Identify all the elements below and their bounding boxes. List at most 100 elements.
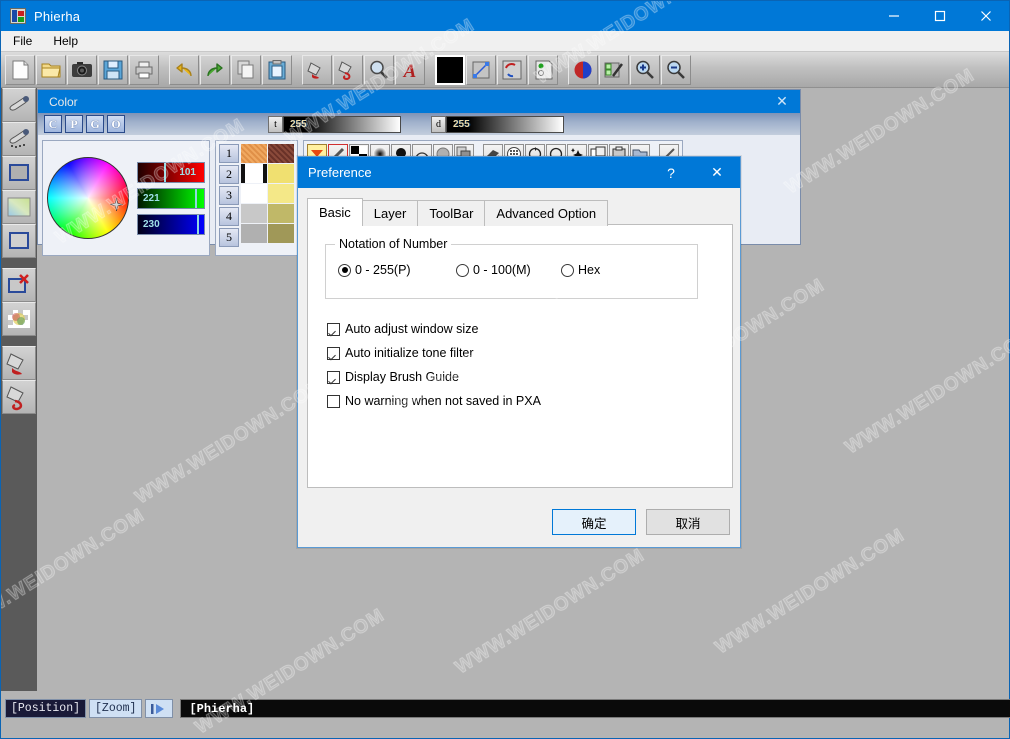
- density-slider[interactable]: d 255: [431, 115, 564, 133]
- undo-arrow-icon[interactable]: [169, 54, 199, 85]
- preference-close-icon[interactable]: ✕: [694, 157, 740, 188]
- red-slider[interactable]: 101: [137, 161, 205, 183]
- checkbox-auto-initialize-tone-filter[interactable]: Auto initialize tone filter: [327, 346, 541, 360]
- notation-radio-group: 0 - 255(P) 0 - 100(M) Hex: [338, 263, 600, 277]
- checkbox-label: Auto adjust window size: [345, 322, 479, 336]
- sidebar-transparency-tool[interactable]: [2, 302, 36, 336]
- checkbox-auto-adjust-window-size[interactable]: Auto adjust window size: [327, 322, 541, 336]
- radio-0-100[interactable]: 0 - 100(M): [456, 263, 561, 277]
- layer-thumbnail[interactable]: [241, 144, 267, 163]
- checkbox-indicator: [327, 322, 340, 336]
- radio-hex[interactable]: Hex: [561, 263, 600, 277]
- title-bar: Phierha: [1, 1, 1009, 31]
- paint-bucket-curve-icon[interactable]: [333, 54, 363, 85]
- pen-edit-icon[interactable]: [599, 54, 629, 85]
- layer-thumbnail[interactable]: [241, 164, 267, 183]
- blue-slider[interactable]: 230: [137, 213, 205, 235]
- color-window-close-icon[interactable]: ✕: [772, 91, 792, 111]
- maximize-button[interactable]: [917, 1, 963, 31]
- tab-advanced-option[interactable]: Advanced Option: [484, 200, 609, 226]
- sphere-shading-icon[interactable]: [568, 54, 598, 85]
- menu-file[interactable]: File: [4, 32, 41, 50]
- text-tool-icon[interactable]: A: [395, 54, 425, 85]
- layer-row[interactable]: 1: [219, 144, 239, 163]
- layer-thumbnail[interactable]: [241, 204, 267, 223]
- layer-row[interactable]: 5: [219, 228, 239, 247]
- window-title: Phierha: [34, 8, 81, 24]
- sidebar-rect-outline-tool[interactable]: [2, 224, 36, 258]
- tab-basic[interactable]: Basic: [307, 198, 363, 226]
- layer-thumbnail[interactable]: [268, 184, 294, 203]
- color-mode-g[interactable]: G: [86, 115, 104, 133]
- sidebar-bucket-curve-tool[interactable]: [2, 380, 36, 414]
- status-zoom[interactable]: [Zoom]: [89, 699, 143, 718]
- color-swatch-black[interactable]: [435, 54, 465, 85]
- tone-slider[interactable]: t 255: [268, 115, 401, 133]
- preference-titlebar: Preference ? ✕: [298, 157, 740, 188]
- layer-numbers: 1 2 3 4 5: [219, 144, 239, 252]
- notation-of-number-group: Notation of Number 0 - 255(P) 0 - 100(M)…: [325, 237, 698, 299]
- tool-sidebar: [1, 88, 37, 693]
- checkbox-indicator: [327, 370, 340, 384]
- ok-button[interactable]: 确定: [552, 509, 636, 535]
- zoom-out-icon[interactable]: [661, 54, 691, 85]
- svg-text:A: A: [403, 61, 417, 81]
- camera-icon[interactable]: [67, 54, 97, 85]
- magnifier-icon[interactable]: [364, 54, 394, 85]
- color-wheel[interactable]: [47, 157, 129, 239]
- tab-toolbar[interactable]: ToolBar: [417, 200, 486, 226]
- new-file-icon[interactable]: [5, 54, 35, 85]
- radio-0-100-indicator: [456, 263, 469, 277]
- zoom-in-icon[interactable]: [630, 54, 660, 85]
- sidebar-bucket-tool[interactable]: [2, 346, 36, 380]
- density-slider-value: 255: [453, 118, 470, 130]
- sidebar-delete-selection-tool[interactable]: [2, 268, 36, 302]
- open-folder-icon[interactable]: [36, 54, 66, 85]
- radio-0-255[interactable]: 0 - 255(P): [338, 263, 456, 277]
- save-floppy-icon[interactable]: [98, 54, 128, 85]
- sidebar-gradient-tool[interactable]: [2, 190, 36, 224]
- color-mode-c[interactable]: C: [44, 115, 62, 133]
- checkbox-indicator: [327, 346, 340, 360]
- density-slider-bar[interactable]: 255: [446, 115, 564, 133]
- layer-list: 1 2 3 4 5: [215, 140, 298, 256]
- color-mode-o[interactable]: O: [107, 115, 125, 133]
- tone-slider-value: 255: [290, 118, 307, 130]
- sidebar-dotted-pen-tool[interactable]: [2, 122, 36, 156]
- status-position[interactable]: [Position]: [5, 699, 87, 718]
- menu-help[interactable]: Help: [44, 32, 87, 50]
- close-button[interactable]: [963, 1, 1009, 31]
- tab-layer[interactable]: Layer: [361, 200, 419, 226]
- layer-thumbnail[interactable]: [241, 184, 267, 203]
- printer-icon[interactable]: [129, 54, 159, 85]
- transform-node-icon[interactable]: [466, 54, 496, 85]
- layer-row[interactable]: 3: [219, 186, 239, 205]
- green-slider[interactable]: 221: [137, 187, 205, 209]
- copy-icon[interactable]: [231, 54, 261, 85]
- paste-clipboard-icon[interactable]: [262, 54, 292, 85]
- sidebar-pen-tool[interactable]: [2, 88, 36, 122]
- color-mode-p[interactable]: P: [65, 115, 83, 133]
- layer-row[interactable]: 4: [219, 207, 239, 226]
- checkbox-display-brush-guide[interactable]: Display Brush Guide: [327, 370, 541, 384]
- sidebar-rect-tool[interactable]: [2, 156, 36, 190]
- redo-arrow-icon[interactable]: [200, 54, 230, 85]
- radio-0-255-indicator: [338, 263, 351, 277]
- layer-node-icon[interactable]: [528, 54, 558, 85]
- layer-thumbnail[interactable]: [268, 164, 294, 183]
- main-toolbar: A: [1, 52, 1009, 88]
- checkbox-no-warning-pxa[interactable]: No warning when not saved in PXA: [327, 394, 541, 408]
- play-icon[interactable]: [145, 699, 174, 718]
- paint-bucket-icon[interactable]: [302, 54, 332, 85]
- blue-value: 230: [143, 218, 160, 230]
- help-icon[interactable]: ?: [648, 157, 694, 188]
- layer-thumbnail[interactable]: [268, 204, 294, 223]
- cancel-button[interactable]: 取消: [646, 509, 730, 535]
- layer-thumbnail[interactable]: [268, 144, 294, 163]
- tone-slider-bar[interactable]: 255: [283, 115, 401, 133]
- rotate-flip-icon[interactable]: [497, 54, 527, 85]
- layer-thumbnail[interactable]: [241, 224, 267, 243]
- layer-row[interactable]: 2: [219, 165, 239, 184]
- layer-thumbnail[interactable]: [268, 224, 294, 243]
- minimize-button[interactable]: [871, 1, 917, 31]
